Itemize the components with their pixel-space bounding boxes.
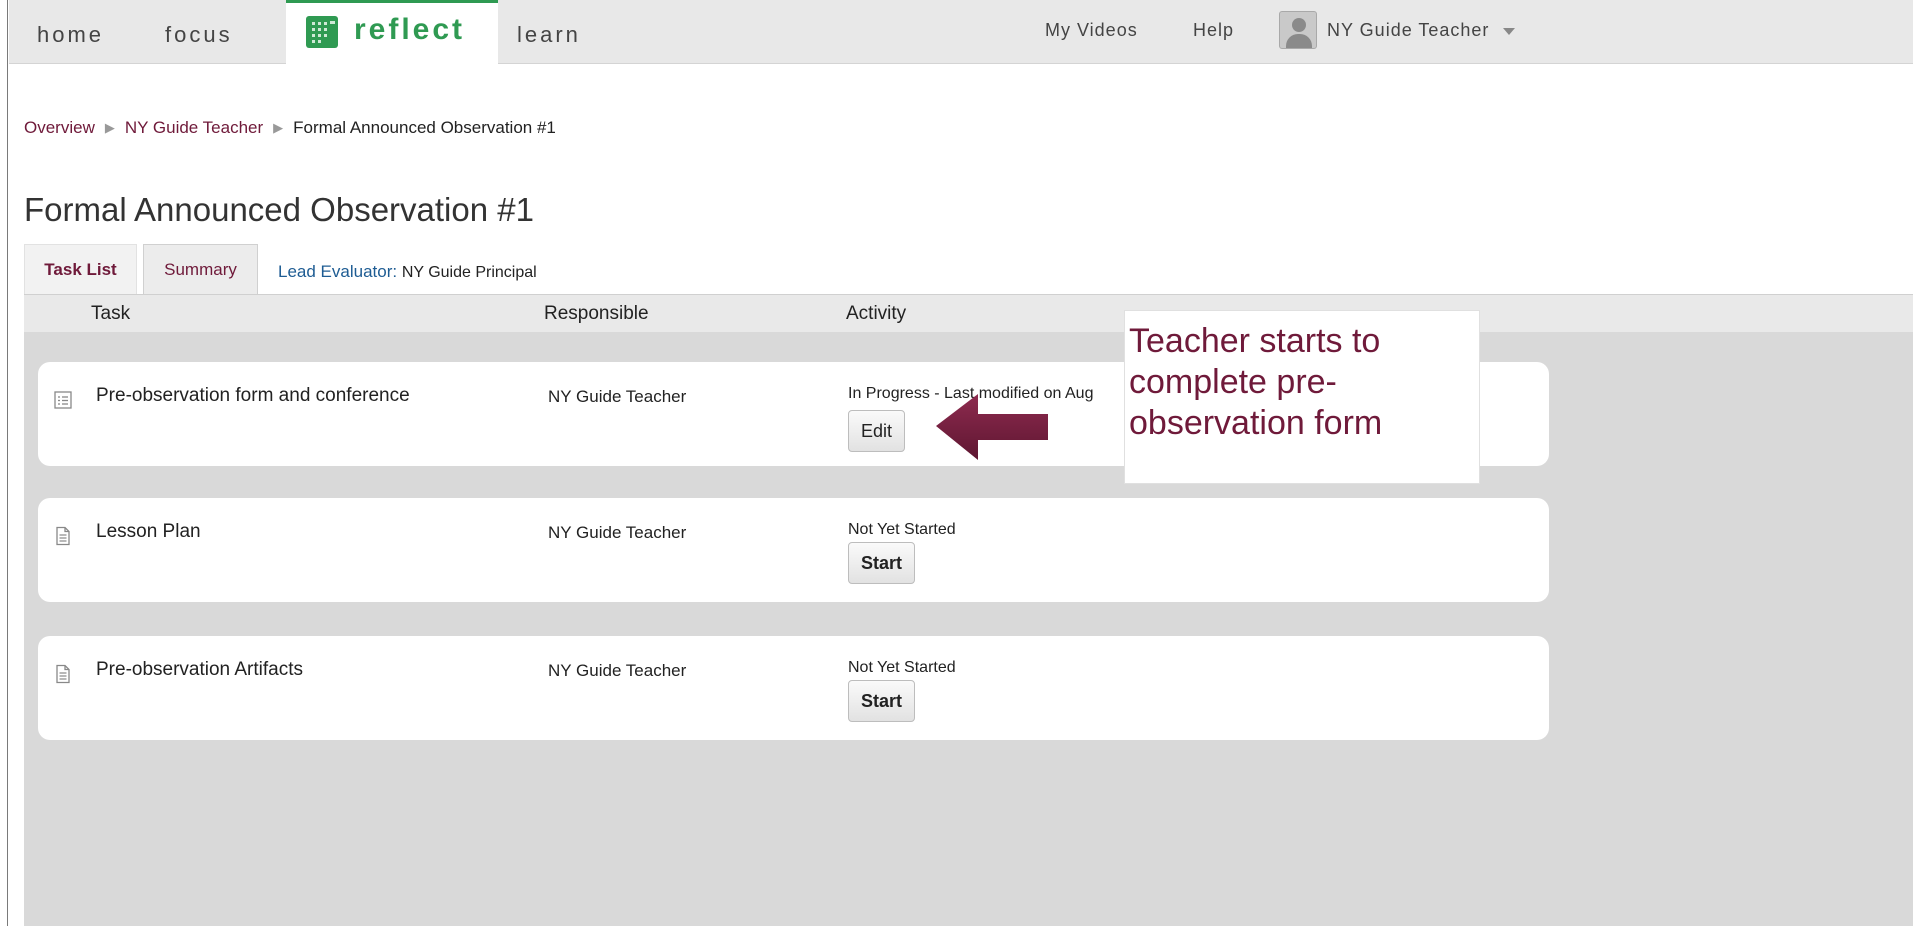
nav-focus[interactable]: focus [165, 0, 233, 64]
task-responsible: NY Guide Teacher [548, 661, 687, 680]
breadcrumb-separator-icon: ▶ [104, 120, 115, 135]
nav-reflect-label: reflect [354, 13, 466, 46]
lead-evaluator-label: Lead Evaluator: [278, 262, 398, 281]
lead-evaluator: Lead Evaluator: NY Guide Principal [278, 262, 537, 282]
task-name[interactable]: Pre-observation form and conference [96, 385, 410, 407]
lead-evaluator-value: NY Guide Principal [401, 264, 537, 281]
breadcrumb-current: Formal Announced Observation #1 [293, 118, 556, 137]
table-row: Pre-observation Artifacts NY Guide Teach… [38, 636, 1549, 740]
annotation-line-2: complete pre- [1129, 363, 1337, 401]
start-button[interactable]: Start [848, 542, 916, 584]
task-name[interactable]: Pre-observation Artifacts [96, 659, 303, 681]
nav-home[interactable]: home [37, 0, 104, 64]
column-header-responsible: Responsible [544, 303, 649, 324]
user-menu[interactable]: NY Guide Teacher [1327, 20, 1489, 41]
table-header: Task Responsible Activity [24, 294, 1913, 332]
annotation-line-3: observation form [1129, 404, 1383, 442]
table-row: Lesson Plan NY Guide Teacher Not Yet Sta… [38, 498, 1549, 602]
task-name[interactable]: Lesson Plan [96, 521, 201, 543]
page-title: Formal Announced Observation #1 [24, 191, 534, 228]
tab-task-list[interactable]: Task List [24, 244, 137, 295]
document-icon [56, 664, 70, 684]
my-videos-link[interactable]: My Videos [1045, 20, 1138, 41]
annotation-arrow-icon [936, 394, 1048, 460]
breadcrumb: Overview ▶ NY Guide Teacher ▶ Formal Ann… [24, 118, 556, 138]
nav-reflect-active[interactable]: reflect [286, 0, 498, 65]
document-icon [56, 526, 70, 546]
task-activity-status: Not Yet Started [848, 521, 956, 538]
reflect-logo-icon [306, 16, 338, 48]
edit-button[interactable]: Edit [848, 410, 906, 452]
task-activity-status: Not Yet Started [848, 659, 956, 676]
task-responsible: NY Guide Teacher [548, 523, 687, 542]
nav-learn[interactable]: learn [517, 0, 581, 64]
column-header-activity: Activity [846, 303, 907, 324]
breadcrumb-teacher[interactable]: NY Guide Teacher [125, 118, 263, 138]
tab-summary[interactable]: Summary [143, 244, 258, 295]
form-list-icon [54, 391, 72, 409]
annotation-line-1: Teacher starts to [1129, 322, 1381, 360]
chevron-down-icon[interactable] [1503, 28, 1515, 35]
column-header-task: Task [91, 303, 131, 324]
breadcrumb-separator-icon: ▶ [273, 120, 284, 135]
annotation-callout: Teacher starts to complete pre- observat… [1124, 310, 1480, 484]
start-button[interactable]: Start [848, 680, 916, 722]
breadcrumb-overview[interactable]: Overview [24, 118, 95, 138]
task-responsible: NY Guide Teacher [548, 387, 687, 406]
user-avatar-icon[interactable] [1279, 11, 1317, 49]
window-frame [0, 0, 8, 926]
top-navigation: home focus reflect learn My Videos Help … [9, 0, 1913, 65]
help-link[interactable]: Help [1193, 20, 1234, 41]
